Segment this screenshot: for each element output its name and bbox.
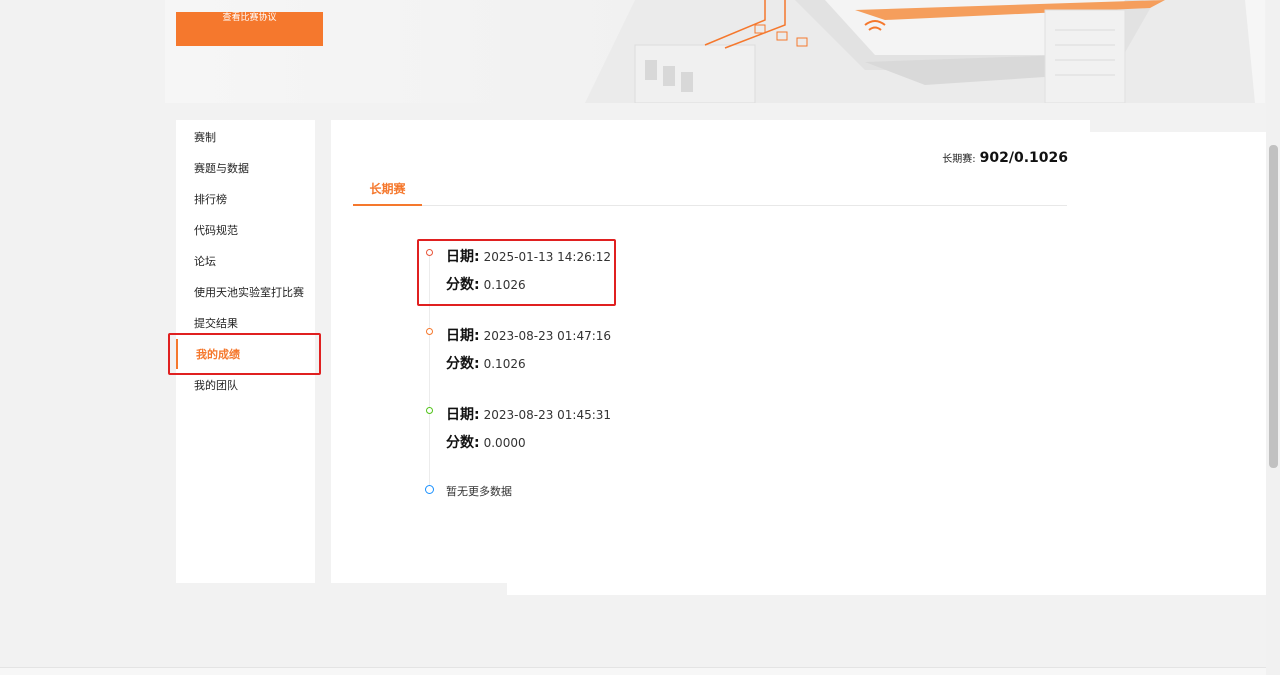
summary-label: 长期赛: [942,154,976,165]
date-key: 日期: [446,328,480,344]
sidebar-item-forum[interactable]: 论坛 [194,253,216,269]
score-entry: 日期: 2023-08-23 01:45:31 分数: 0.0000 [446,405,611,461]
summary-value: 902/0.1026 [979,150,1068,166]
sidebar-item-data[interactable]: 赛题与数据 [194,160,249,176]
entry-date: 2023-08-23 01:45:31 [483,408,612,422]
entry-score: 0.1026 [483,357,526,371]
sidebar-highlight-box [168,333,321,375]
entry-date-row: 日期: 2023-08-23 01:47:16 [446,326,611,354]
sidebar-item-rules[interactable]: 赛制 [194,129,216,145]
banner [165,0,1265,103]
score-key: 分数: [446,356,480,372]
timeline-dot [426,328,433,335]
sidebar-item-code-standard[interactable]: 代码规范 [194,222,238,238]
signup-button[interactable]: 已报名 查看比赛协议 [176,12,1266,595]
tab-long-term[interactable]: 长期赛 [353,180,422,206]
main-panel: 长期赛: 902/0.1026 长期赛 日期: 2025-01-13 14:26:1… [331,120,1090,583]
entry-score: 0.0000 [483,436,526,450]
sidebar-item-submit[interactable]: 提交结果 [194,315,238,331]
vertical-scrollbar[interactable] [1266,0,1280,675]
timeline-end-dot [425,485,434,494]
banner-illustration [585,0,1255,103]
entry-highlight-box [417,239,616,306]
scrollbar-thumb[interactable] [1269,145,1278,468]
entry-date-row: 日期: 2023-08-23 01:45:31 [446,405,611,433]
entry-score-row: 分数: 0.0000 [446,433,611,461]
date-key: 日期: [446,407,480,423]
timeline-dot [426,407,433,414]
score-key: 分数: [446,435,480,451]
entry-score-row: 分数: 0.1026 [446,354,611,382]
no-more-data-text: 暂无更多数据 [446,485,512,498]
tab-divider [353,205,1067,206]
entry-date: 2023-08-23 01:47:16 [483,329,612,343]
score-summary: 长期赛: 902/0.1026 [942,147,1068,166]
sidebar-item-tianchi-lab[interactable]: 使用天池实验室打比赛 [194,284,304,300]
score-entry: 日期: 2023-08-23 01:47:16 分数: 0.1026 [446,326,611,382]
horizontal-scrollbar[interactable] [0,667,1266,675]
sidebar-item-my-team[interactable]: 我的团队 [194,377,238,393]
sidebar-item-leaderboard[interactable]: 排行榜 [194,191,227,207]
agreement-link[interactable]: 查看比赛协议 [176,12,323,24]
